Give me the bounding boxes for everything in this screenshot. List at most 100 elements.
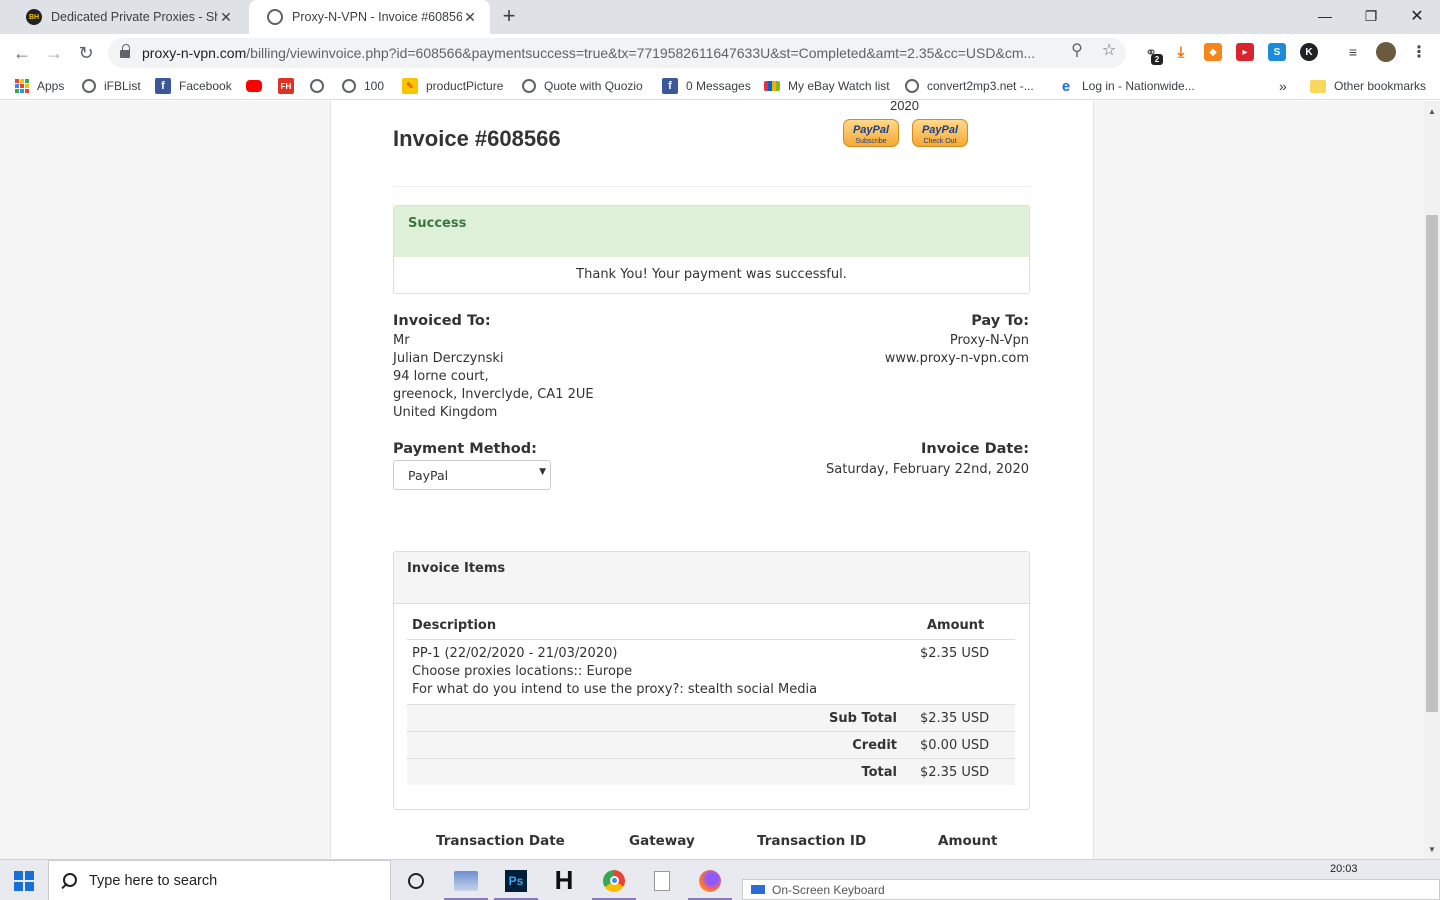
k-extension-icon[interactable]: K — [1300, 43, 1318, 61]
scroll-down-icon[interactable]: ▼ — [1424, 845, 1440, 854]
bookmark-apps[interactable]: Apps — [15, 76, 64, 96]
new-tab-button[interactable]: + — [497, 5, 521, 29]
bookmark-label: 0 Messages — [686, 79, 751, 93]
paypal-brand: PayPal — [852, 124, 890, 136]
firefox-icon[interactable] — [686, 860, 734, 900]
bookmark-other[interactable]: Other bookmarks — [1310, 76, 1426, 96]
subtotal-value: $2.35 USD — [920, 711, 990, 726]
tab-invoice[interactable]: Proxy-N-VPN - Invoice #608566 ✕ — [249, 0, 490, 34]
bookmark-messages[interactable]: f 0 Messages — [662, 76, 751, 96]
s-extension-icon[interactable]: S — [1268, 43, 1286, 61]
panel-title: Invoice Items — [394, 552, 1029, 604]
cortana-icon[interactable] — [392, 860, 440, 900]
bookmark-ebay[interactable]: My eBay Watch list — [764, 76, 890, 96]
bookmark-label: 100 — [364, 79, 385, 93]
tab-dedicated-proxies[interactable]: BH Dedicated Private Proxies - Share ✕ — [8, 0, 246, 34]
bookmark-label: convert2mp3.net -... — [927, 79, 1034, 93]
close-icon[interactable]: ✕ — [462, 9, 478, 26]
paypal-sub-label: Check Out — [923, 138, 957, 145]
credit-value: $0.00 USD — [920, 738, 990, 753]
table-header: Description Amount — [407, 618, 1015, 640]
restore-icon[interactable]: ❐ — [1348, 0, 1394, 32]
address-line: greenock, Inverclyde, CA1 2UE — [393, 387, 594, 402]
windows-start-icon[interactable] — [14, 871, 34, 891]
bookmark-fh[interactable]: FH — [278, 76, 302, 96]
metamask-icon[interactable]: ◆ — [1204, 43, 1222, 61]
item-description: PP-1 (22/02/2020 - 21/03/2020) Choose pr… — [412, 645, 817, 699]
bookmark-quozio[interactable]: Quote with Quozio — [522, 76, 643, 96]
bookmark-ifblist[interactable]: iFBList — [82, 76, 141, 96]
scroll-up-icon[interactable]: ▲ — [1424, 107, 1440, 116]
url-text[interactable]: proxy-n-vpn.com/billing/viewinvoice.php?… — [142, 45, 1052, 61]
page-scrollbar[interactable]: ▲ ▼ — [1424, 101, 1440, 859]
address-line: Mr — [393, 333, 410, 348]
pay-to-address: Proxy-N-Vpn www.proxy-n-vpn.com — [885, 332, 1029, 368]
bookmark-label: Other bookmarks — [1334, 79, 1427, 93]
success-alert: Success Thank You! Your payment was succ… — [393, 205, 1030, 294]
reload-icon[interactable]: ↻ — [73, 41, 99, 65]
file-icon[interactable] — [638, 860, 686, 900]
bookmark-globe[interactable] — [310, 76, 332, 96]
facebook-icon: f — [662, 78, 678, 94]
kebab-menu-icon[interactable]: ⋮ — [1410, 43, 1428, 61]
globe-icon — [342, 79, 356, 93]
subtotal-row: Sub Total $2.35 USD — [407, 704, 1015, 731]
credit-label: Credit — [852, 738, 897, 753]
on-screen-keyboard-window[interactable]: On-Screen Keyboard — [742, 879, 1440, 900]
alert-message: Thank You! Your payment was successful. — [394, 257, 1029, 293]
address-line: Julian Derczynski — [393, 351, 504, 366]
invoice-items-panel: Invoice Items Description Amount PP-1 (2… — [393, 551, 1030, 810]
tx-col-amount: Amount — [938, 833, 998, 849]
bookmark-productpicture[interactable]: ✎ productPicture — [402, 76, 503, 96]
tab-title: Proxy-N-VPN - Invoice #608566 — [292, 10, 462, 24]
bookmarks-overflow-button[interactable]: » — [1279, 76, 1287, 96]
bookmark-100[interactable]: 100 — [342, 76, 384, 96]
url-path: /billing/viewinvoice.php?id=608566&payme… — [246, 45, 1036, 61]
ebay-icon — [764, 81, 780, 91]
youtube-icon — [246, 80, 262, 92]
address-line: United Kingdom — [393, 405, 498, 420]
photoshop-icon[interactable]: Ps — [492, 860, 540, 900]
bookmark-facebook[interactable]: f Facebook — [155, 76, 232, 96]
taskbar-clock: 20:03 — [1330, 863, 1358, 875]
download-icon[interactable]: ⤓ — [1172, 43, 1190, 61]
profile-avatar[interactable] — [1376, 42, 1396, 62]
paypal-brand: PayPal — [921, 124, 959, 136]
paypal-subscribe-button[interactable]: PayPal Subscribe — [843, 119, 899, 147]
bookmark-label: Log in - Nationwide... — [1082, 79, 1195, 93]
browser-toolbar: ← → ↻ proxy-n-vpn.com/billing/viewinvoic… — [0, 34, 1440, 72]
bookmark-label: Apps — [37, 79, 65, 93]
scanner-app-icon[interactable] — [442, 860, 490, 900]
picture-icon: ✎ — [402, 78, 418, 94]
payment-method-select[interactable]: PayPal ▼ — [393, 460, 551, 490]
tab-strip: BH Dedicated Private Proxies - Share ✕ P… — [0, 0, 1440, 34]
back-arrow-icon[interactable]: ← — [9, 41, 35, 65]
pay-to-label: Pay To: — [971, 313, 1029, 329]
window-close-icon[interactable]: ✕ — [1394, 0, 1440, 32]
h-app-icon[interactable]: H — [540, 860, 588, 900]
invoiced-to-label: Invoiced To: — [393, 313, 491, 329]
media-control-icon[interactable]: ≡ — [1344, 43, 1362, 61]
close-icon[interactable]: ✕ — [218, 9, 234, 26]
zoom-icon[interactable]: ⚲ — [1067, 40, 1087, 60]
globe-icon — [522, 79, 536, 93]
credit-row: Credit $0.00 USD — [407, 731, 1015, 758]
redirect-extension-icon[interactable]: ▸ — [1236, 43, 1254, 61]
table-row: PP-1 (22/02/2020 - 21/03/2020) Choose pr… — [407, 645, 1015, 705]
address-bar[interactable]: proxy-n-vpn.com/billing/viewinvoice.php?… — [108, 38, 1126, 68]
forward-arrow-icon[interactable]: → — [41, 41, 67, 65]
ie-icon: e — [1061, 77, 1071, 95]
chrome-icon[interactable] — [590, 860, 638, 900]
taskbar-search[interactable]: Type here to search — [48, 860, 391, 900]
scrollbar-thumb[interactable] — [1426, 215, 1438, 712]
bookmark-youtube[interactable] — [246, 76, 270, 96]
bookmark-nationwide[interactable]: e Log in - Nationwide... — [1058, 76, 1195, 96]
page-viewport: 2020 PayPal Subscribe PayPal Check Out I… — [0, 101, 1424, 859]
invoice-date-label: Invoice Date: — [921, 441, 1029, 457]
paypal-checkout-button[interactable]: PayPal Check Out — [912, 119, 968, 147]
minimize-icon[interactable]: — — [1302, 0, 1348, 32]
globe-icon — [310, 79, 324, 93]
star-icon[interactable]: ☆ — [1099, 40, 1119, 60]
bookmark-convert2mp3[interactable]: convert2mp3.net -... — [905, 76, 1034, 96]
bookmark-label: Quote with Quozio — [544, 79, 643, 93]
